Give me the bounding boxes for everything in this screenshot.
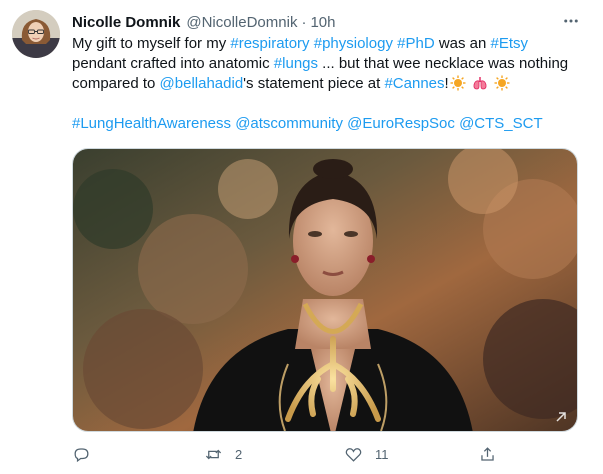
photo [73, 149, 577, 431]
header-separator: · [301, 13, 307, 31]
sun-emoji-icon [494, 75, 510, 97]
like-count: 11 [375, 446, 389, 462]
tweet-text: My gift to myself for my #respiratory #p… [72, 34, 592, 134]
hashtag-link[interactable]: #PhD [397, 35, 435, 52]
tweet-card[interactable]: Nicolle Domnik @NicolleDomnik · 10h My g… [0, 0, 603, 474]
hashtag-link[interactable]: #respiratory [230, 35, 309, 52]
share-icon [481, 446, 494, 461]
tweet-timestamp[interactable]: 10h [310, 14, 335, 31]
tweet-text-line: #LungHealthAwareness @atscommunity @Euro… [72, 114, 592, 134]
like-button[interactable]: 11 [344, 442, 389, 466]
tweet-text-blank-line [72, 94, 592, 114]
lungs-emoji-icon [472, 75, 488, 97]
mention-link[interactable]: @CTS_SCT [459, 115, 543, 132]
hashtag-link[interactable]: #LungHealthAwareness [72, 115, 231, 132]
ellipsis-icon [564, 19, 578, 23]
tweet-media-image[interactable] [72, 148, 578, 432]
author-handle[interactable]: @NicolleDomnik [186, 14, 297, 31]
reply-button[interactable] [72, 442, 103, 466]
tweet-text-segment [489, 75, 493, 92]
share-button[interactable] [478, 442, 497, 466]
tweet-text-segment: ... but that wee necklace was nothing [318, 55, 569, 72]
reply-icon [74, 447, 89, 462]
tweet-text-line: pendant crafted into anatomic #lungs ...… [72, 54, 592, 74]
mention-link[interactable]: @EuroRespSoc [347, 115, 455, 132]
tweet-text-segment [467, 75, 471, 92]
mention-link[interactable]: @bellahadid [160, 75, 244, 92]
tweet-text-line: My gift to myself for my #respiratory #p… [72, 34, 592, 54]
tweet-text-segment: compared to [72, 75, 160, 92]
tweet-text-segment: ! [444, 75, 449, 92]
retweet-count: 2 [235, 446, 243, 462]
more-options-button[interactable] [560, 10, 582, 32]
retweet-button[interactable]: 2 [204, 442, 242, 466]
sun-emoji-icon [450, 75, 466, 97]
tweet-actions: 2 11 [72, 442, 592, 466]
hashtag-link[interactable]: #lungs [274, 55, 318, 72]
tweet-text-segment: was an [434, 35, 491, 52]
tweet-text-segment: 's statement piece at [243, 75, 385, 92]
tweet-header: Nicolle Domnik @NicolleDomnik · 10h [72, 12, 335, 32]
avatar[interactable] [12, 10, 60, 58]
retweet-icon [205, 449, 222, 459]
mention-link[interactable]: @atscommunity [235, 115, 343, 132]
hashtag-link[interactable]: #Cannes [384, 75, 444, 92]
heart-icon [345, 447, 362, 462]
hashtag-link[interactable]: #physiology [314, 35, 393, 52]
tweet-text-segment: pendant crafted into anatomic [72, 55, 274, 72]
avatar-image [12, 10, 60, 58]
author-name[interactable]: Nicolle Domnik [72, 14, 180, 31]
tweet-text-segment: My gift to myself for my [72, 35, 231, 52]
tweet-text-line: compared to @bellahadid's statement piec… [72, 74, 592, 94]
hashtag-link[interactable]: #Etsy [491, 35, 529, 52]
